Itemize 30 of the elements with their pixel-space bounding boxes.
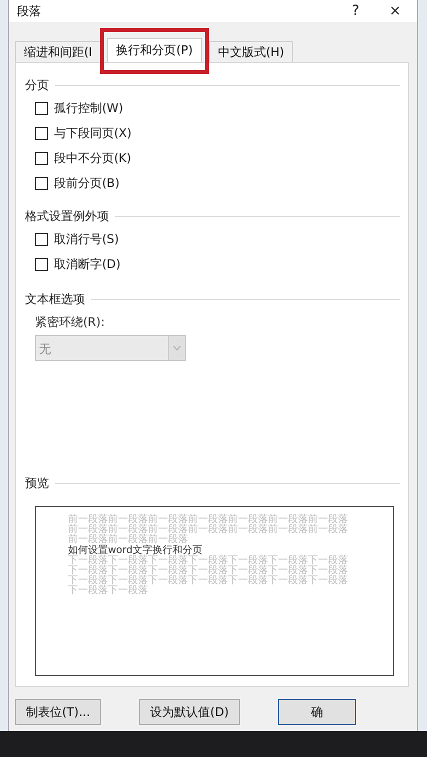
dialog-button[interactable]: 设为默认值(D): [139, 699, 240, 725]
checkbox-label: 取消行号(S): [54, 231, 119, 248]
checkbox-label: 取消断字(D): [54, 256, 121, 273]
close-button[interactable]: ×: [379, 0, 411, 22]
preview-text: 如何设置word文字换行和分页: [68, 545, 204, 556]
preview-text: 下一段落下一段落下一段落下一段落下一段落下一段落下一段落下一段落下一段落下一段落下一段落下一段落下一段落下一段落下一段落下一段落下一段落下一段落下一段落下一段落下一段落下一段落下一段落: [68, 556, 349, 596]
field-label: 紧密环绕(R):: [35, 314, 106, 331]
preview-text: 前一段落前一段落前一段落前一段落前一段落前一段落前一段落前一段落前一段落前一段落前一段落前一段落前一段落前一段落前一段落前一段落前一段落: [68, 515, 349, 545]
checkbox-label: 段前分页(B): [54, 175, 120, 192]
caret-icon: [168, 336, 185, 360]
section-title: 分页: [25, 77, 49, 94]
section-title: 格式设置例外项: [25, 208, 109, 225]
tab[interactable]: 缩进和间距(I: [15, 41, 102, 62]
dialog-button[interactable]: 制表位(T)...: [15, 699, 102, 725]
help-button[interactable]: ?: [342, 0, 370, 22]
tab[interactable]: 中文版式(H): [208, 41, 294, 62]
window-title: 段落: [17, 2, 42, 20]
checkbox[interactable]: [35, 177, 48, 190]
checkbox-label: 段中不分页(K): [54, 150, 132, 167]
tab[interactable]: 换行和分页(P): [107, 38, 202, 62]
checkbox[interactable]: [35, 102, 48, 115]
checkbox[interactable]: [35, 258, 48, 271]
checkbox-label: 与下段同页(X): [54, 125, 132, 142]
section-title: 预览: [25, 475, 49, 492]
checkbox[interactable]: [35, 127, 48, 140]
checkbox-label: 孤行控制(W): [54, 100, 124, 117]
checkbox[interactable]: [35, 152, 48, 165]
dialog-button[interactable]: 确: [278, 699, 356, 725]
section-title: 文本框选项: [25, 291, 85, 308]
checkbox[interactable]: [35, 233, 48, 246]
